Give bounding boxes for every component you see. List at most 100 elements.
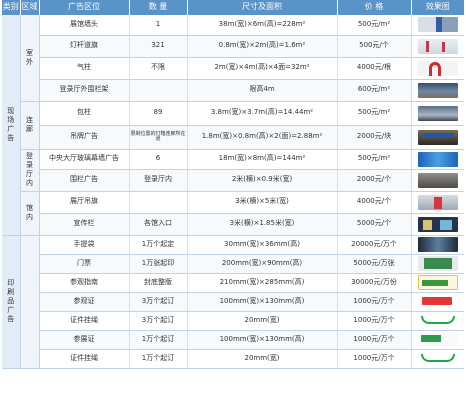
row-quantity: 3万个起订 <box>129 311 188 331</box>
row-quantity: 1万个起订 <box>129 330 188 350</box>
row-size: 2m(宽)×4m(高)×4面=32m² <box>187 57 338 80</box>
header-quantity: 数 量 <box>129 0 188 15</box>
row-size: 38m(宽)×6m(高)=228m² <box>187 15 338 36</box>
table-row: 登录厅外围栏架 限高4m 600元/m² <box>2 79 464 102</box>
air-arch-thumb <box>417 60 458 76</box>
row-quantity: 1万张起印 <box>129 254 188 274</box>
row-preview <box>411 169 464 192</box>
row-preview <box>411 330 464 350</box>
table-row: 证件挂绳 1万个起订 20mm(宽) 1000元/万个 <box>2 349 464 369</box>
row-price: 600元/m² <box>337 79 412 102</box>
exhibitor-pass-thumb <box>417 332 458 347</box>
category-print: 印刷品广告 <box>2 235 21 369</box>
row-preview <box>411 213 464 236</box>
glass-curtain-thumb <box>417 151 458 167</box>
row-price: 500元/m² <box>337 15 412 36</box>
lamp-post-flag-thumb <box>417 38 458 54</box>
table-row: 证件挂绳 3万个起订 20mm(宽) 1000元/万个 <box>2 311 464 331</box>
row-size: 1.8m(宽)×0.8m(高)×2(面)=2.88m² <box>187 125 338 150</box>
column-wrap-thumb <box>417 105 458 121</box>
row-quantity <box>129 79 188 102</box>
row-price: 5000元/个 <box>337 213 412 236</box>
table-row: 气柱 不限 2m(宽)×4m(高)×4面=32m² 4000元/根 <box>2 57 464 80</box>
row-preview <box>411 254 464 274</box>
row-size: 200mm(宽)×90mm(高) <box>187 254 338 274</box>
table-row: 吊牌广告 限制位置的灯箱连廊所在道 1.8m(宽)×0.8m(高)×2(面)=2… <box>2 125 464 150</box>
row-preview <box>411 292 464 312</box>
table-row: 围栏广告 登录厅内 2米(横)×0.9米(宽) 2000元/个 <box>2 169 464 192</box>
row-position: 展厅吊旗 <box>39 191 130 214</box>
row-quantity <box>129 191 188 214</box>
row-size: 3.8m(宽)×3.7m(高)=14.44m² <box>187 101 338 126</box>
row-position: 中央大厅玻璃幕墙广告 <box>39 149 130 170</box>
row-preview <box>411 35 464 58</box>
row-position: 围栏广告 <box>39 169 130 192</box>
category-print-label: 印刷品广告 <box>7 279 15 323</box>
table-row: 参展证 1万个起订 100mm(宽)×130mm(高) 1000元/万个 <box>2 330 464 350</box>
row-size: 30mm(宽)×36mm(高) <box>187 235 338 255</box>
row-quantity: 1 <box>129 15 188 36</box>
row-position: 气柱 <box>39 57 130 80</box>
table-row: 馆内 展厅吊旗 3米(横)×5米(宽) 4000元/个 <box>2 191 464 236</box>
row-preview <box>411 79 464 102</box>
row-preview <box>411 15 464 36</box>
category-onsite: 现场广告 <box>2 15 21 236</box>
row-position: 宣传栏 <box>39 213 130 236</box>
row-preview <box>411 149 464 170</box>
row-size: 18m(宽)×8m(高)=144m² <box>187 149 338 170</box>
ticket-thumb <box>417 256 458 271</box>
area-hall-label: 馆内 <box>26 204 33 221</box>
ad-pricing-table: 类别 区域 广告区位 数 量 尺寸及面积 价 格 效果图 现场广告 室外 展馆墙… <box>2 0 464 369</box>
area-outdoor-label: 室外 <box>26 48 33 66</box>
row-position: 吊牌广告 <box>39 125 130 150</box>
row-position: 参观证 <box>39 292 130 312</box>
row-price: 2000元/个 <box>337 169 412 192</box>
registration-frame-thumb <box>417 82 458 98</box>
table-row: 参观指南 封底整版 210mm(宽)×285mm(高) 30000元/万份 <box>2 273 464 293</box>
header-size: 尺寸及面积 <box>187 0 338 15</box>
row-price: 1000元/万个 <box>337 349 412 369</box>
row-preview <box>411 191 464 214</box>
row-quantity: 各馆入口 <box>129 213 188 236</box>
table-row: 门票 1万张起印 200mm(宽)×90mm(高) 5000元/万张 <box>2 254 464 274</box>
row-size: 2米(横)×0.9米(宽) <box>187 169 338 192</box>
table-row: 现场广告 室外 展馆墙头 1 38m(宽)×6m(高)=228m² 500元/m… <box>2 15 464 236</box>
row-size: 3米(横)×1.85米(宽) <box>187 213 338 236</box>
header-price: 价 格 <box>337 0 412 15</box>
area-hall: 馆内 <box>20 191 40 236</box>
row-quantity: 1万个起订 <box>129 349 188 369</box>
row-size: 100mm(宽)×130mm(高) <box>187 292 338 312</box>
lanyard-thumb <box>418 313 458 328</box>
row-quantity: 321 <box>129 35 188 58</box>
header-row: 类别 区域 广告区位 数 量 尺寸及面积 价 格 效果图 <box>2 0 464 15</box>
row-position: 展馆墙头 <box>39 15 130 36</box>
row-preview <box>411 235 464 255</box>
table-row: 宣传栏 各馆入口 3米(横)×1.85米(宽) 5000元/个 <box>2 213 464 236</box>
header-position: 广告区位 <box>39 0 130 15</box>
row-size: 20mm(宽) <box>187 311 338 331</box>
row-price: 1000元/万个 <box>337 311 412 331</box>
area-lobby-label: 登录厅内 <box>26 152 33 187</box>
row-quantity: 登录厅内 <box>129 169 188 192</box>
row-price: 5000元/万张 <box>337 254 412 274</box>
row-price: 500元/m² <box>337 101 412 126</box>
row-quantity: 1万个起定 <box>129 235 188 255</box>
row-preview <box>411 349 464 369</box>
header-preview: 效果图 <box>411 0 464 15</box>
row-preview <box>411 311 464 331</box>
visitor-guide-thumb <box>417 275 458 290</box>
table-row: 登录厅内 中央大厅玻璃幕墙广告 6 18m(宽)×8m(高)=144m² 500… <box>2 149 464 192</box>
row-size: 0.8m(宽)×2m(高)=1.6m² <box>187 35 338 58</box>
row-preview <box>411 273 464 293</box>
area-lobby: 登录厅内 <box>20 149 40 192</box>
area-corridor: 连廊 <box>20 101 40 150</box>
table-row: 连廊 包柱 89 3.8m(宽)×3.7m(高)=14.44m² 500元/m² <box>2 101 464 150</box>
row-position: 参观指南 <box>39 273 130 293</box>
row-position: 参展证 <box>39 330 130 350</box>
row-size: 100mm(宽)×130mm(高) <box>187 330 338 350</box>
header-area: 区域 <box>20 0 40 15</box>
row-price: 500元/m² <box>337 149 412 170</box>
row-size: 210mm(宽)×285mm(高) <box>187 273 338 293</box>
row-price: 1000元/万个 <box>337 292 412 312</box>
row-position: 门票 <box>39 254 130 274</box>
